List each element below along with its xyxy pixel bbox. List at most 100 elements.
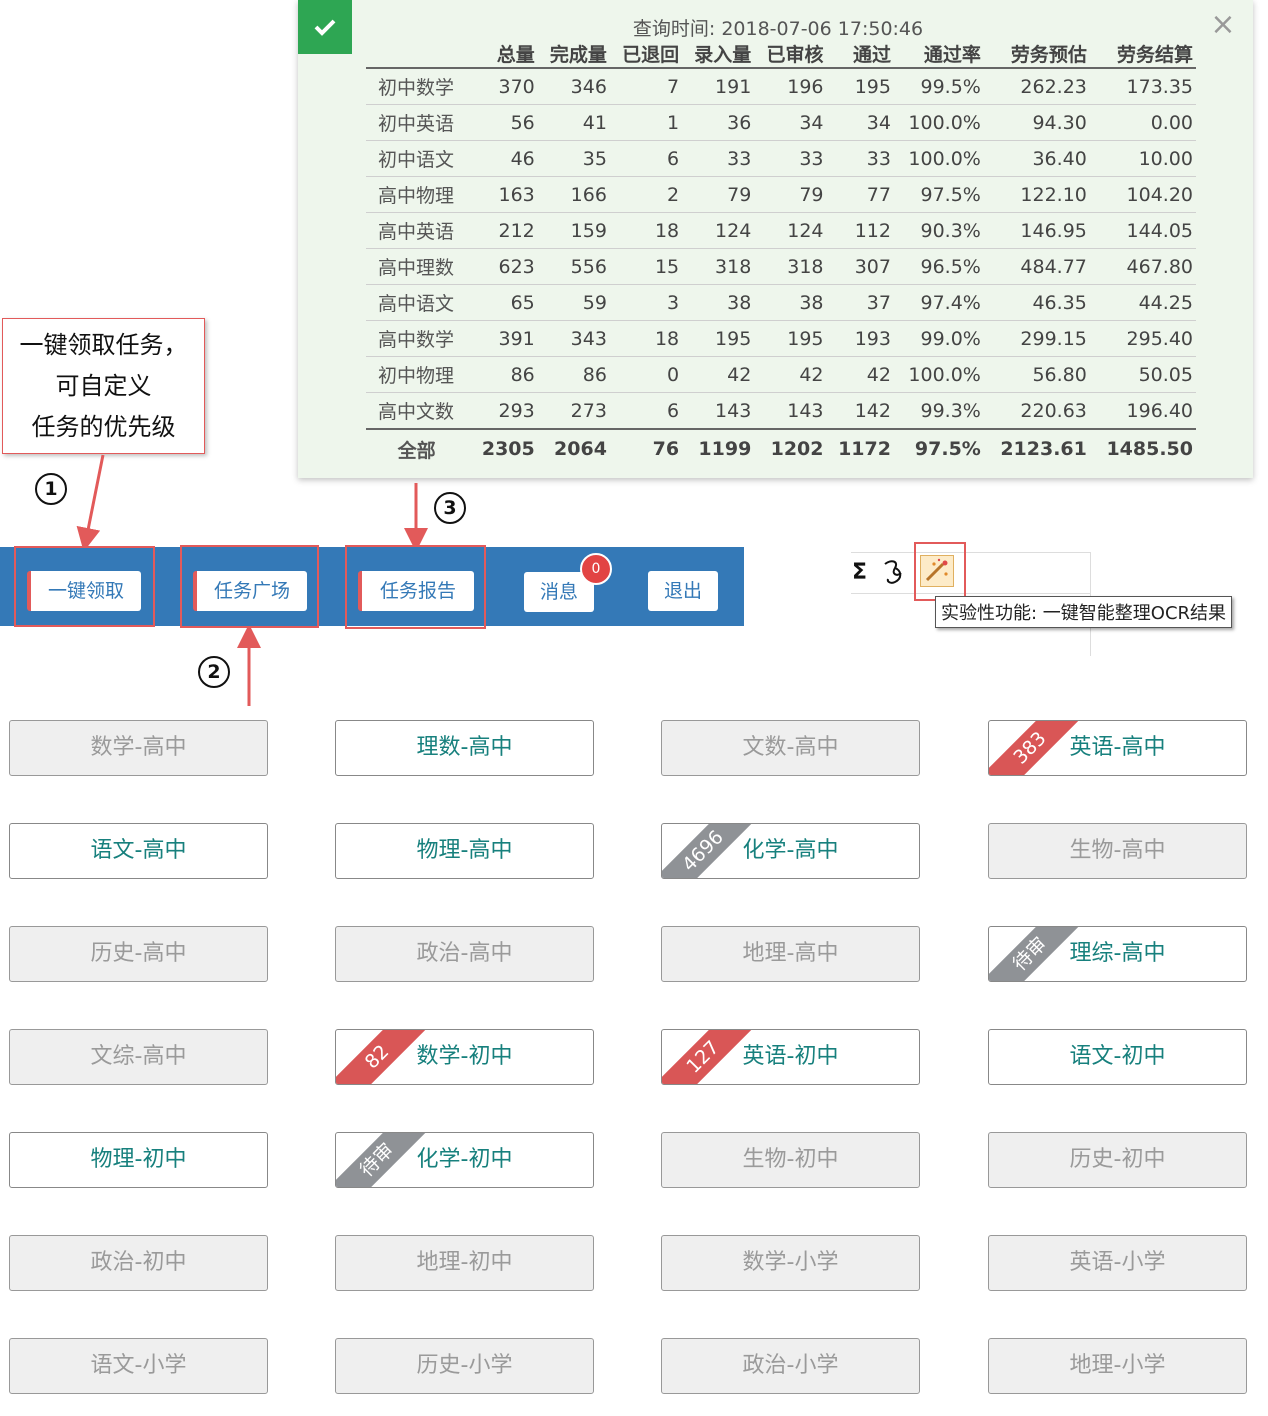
- report-cell: 370: [470, 68, 538, 105]
- subject-button[interactable]: 地理-初中: [335, 1235, 594, 1291]
- report-cell: 191: [682, 68, 755, 105]
- subject-button[interactable]: 语文-小学: [9, 1338, 268, 1394]
- report-cell: 467.80: [1089, 248, 1196, 285]
- report-cell: 6: [609, 392, 683, 430]
- report-cell: 79: [754, 176, 827, 213]
- subject-button[interactable]: 127 英语-初中: [661, 1029, 920, 1085]
- report-col-header: [366, 40, 471, 69]
- subject-button[interactable]: 383 英语-高中: [988, 720, 1247, 776]
- subject-button[interactable]: 生物-初中: [661, 1132, 920, 1188]
- report-cell: 196: [754, 68, 827, 105]
- subject-label: 语文-高中: [90, 838, 187, 863]
- subject-button[interactable]: 地理-小学: [988, 1338, 1247, 1394]
- report-cell: 142: [826, 392, 894, 430]
- report-cell: 44.25: [1089, 284, 1196, 321]
- callout-line: 可自定义: [55, 372, 152, 400]
- report-cell: 38: [682, 284, 755, 321]
- report-row: 高中英语 212 159 18 124 124 112 90.3% 146.95 144.05: [366, 212, 1196, 249]
- report-cell: 76: [609, 428, 683, 468]
- report-cell: 1172: [826, 428, 894, 468]
- subject-label: 理综-高中: [1069, 941, 1166, 966]
- report-cell: 100.0%: [893, 356, 984, 393]
- subject-button[interactable]: 4696 化学-高中: [661, 823, 920, 879]
- report-cell: 2064: [537, 428, 610, 468]
- report-cell: 56.80: [983, 356, 1090, 393]
- subject-label: 生物-高中: [1069, 838, 1166, 863]
- close-icon[interactable]: ×: [1208, 10, 1238, 40]
- report-cell: 159: [537, 212, 610, 249]
- logout-button[interactable]: 退出: [648, 571, 718, 611]
- subject-button[interactable]: 文数-高中: [661, 720, 920, 776]
- report-cell: 41: [537, 104, 610, 141]
- report-cell: 33: [826, 140, 894, 177]
- subject-label: 地理-高中: [742, 941, 839, 966]
- subject-label: 历史-小学: [416, 1353, 513, 1378]
- subject-button[interactable]: 生物-高中: [988, 823, 1247, 879]
- sigma-icon[interactable]: Σ: [852, 560, 867, 585]
- subject-button[interactable]: 政治-小学: [661, 1338, 920, 1394]
- subject-button[interactable]: 理数-高中: [335, 720, 594, 776]
- highlight-wand: [914, 542, 966, 601]
- subject-button[interactable]: 数学-高中: [9, 720, 268, 776]
- subject-label: 英语-高中: [1069, 735, 1166, 760]
- subject-button[interactable]: 政治-初中: [9, 1235, 268, 1291]
- report-cell: 56: [470, 104, 538, 141]
- subject-button[interactable]: 待审 化学-初中: [335, 1132, 594, 1188]
- subject-button[interactable]: 82 数学-初中: [335, 1029, 594, 1085]
- report-subject-cell: 高中理数: [366, 248, 471, 285]
- report-row: 高中数学 391 343 18 195 195 193 99.0% 299.15 295.40: [366, 320, 1196, 357]
- callout-line: 一键领取任务，: [19, 331, 188, 359]
- report-col-header: 已审核: [754, 40, 827, 69]
- subject-button[interactable]: 数学-小学: [661, 1235, 920, 1291]
- report-cell: 112: [826, 212, 894, 249]
- subject-label: 地理-小学: [1069, 1353, 1166, 1378]
- report-cell: 99.5%: [893, 68, 984, 105]
- subject-button[interactable]: 待审 理综-高中: [988, 926, 1247, 982]
- report-cell: 144.05: [1089, 212, 1196, 249]
- subject-button[interactable]: 物理-高中: [335, 823, 594, 879]
- report-cell: 122.10: [983, 176, 1090, 213]
- report-cell: 195: [682, 320, 755, 357]
- subject-button[interactable]: 英语-小学: [988, 1235, 1247, 1291]
- report-cell: 193: [826, 320, 894, 357]
- subject-label: 理数-高中: [416, 735, 513, 760]
- subject-button[interactable]: 历史-高中: [9, 926, 268, 982]
- marker-3: 3: [434, 492, 466, 524]
- report-cell: 97.4%: [893, 284, 984, 321]
- subject-button[interactable]: 文综-高中: [9, 1029, 268, 1085]
- report-col-header: 劳务预估: [983, 40, 1090, 69]
- report-col-header: 录入量: [682, 40, 755, 69]
- report-cell: 18: [609, 320, 683, 357]
- report-cell: 6: [609, 140, 683, 177]
- report-total-row: 全部 2305 2064 76 1199 1202 1172 97.5% 2123.61 1485…: [366, 428, 1196, 468]
- report-cell: 166: [537, 176, 610, 213]
- report-cell: 307: [826, 248, 894, 285]
- report-cell: 343: [537, 320, 610, 357]
- report-subject-cell: 初中物理: [366, 356, 471, 393]
- report-row: 初中数学 370 346 7 191 196 195 99.5% 262.23 173.35: [366, 68, 1196, 105]
- highlight-report: [345, 545, 486, 629]
- report-subject-cell: 全部: [366, 428, 471, 468]
- subject-button[interactable]: 历史-小学: [335, 1338, 594, 1394]
- report-cell: 146.95: [983, 212, 1090, 249]
- subject-button[interactable]: 语文-高中: [9, 823, 268, 879]
- report-cell: 100.0%: [893, 104, 984, 141]
- report-row: 高中物理 163 166 2 79 79 77 97.5% 122.10 104.20: [366, 176, 1196, 213]
- subject-button[interactable]: 政治-高中: [335, 926, 594, 982]
- subject-button[interactable]: 物理-初中: [9, 1132, 268, 1188]
- report-cell: 124: [754, 212, 827, 249]
- arrow-1: [76, 454, 105, 552]
- special-char-icon[interactable]: [881, 558, 909, 592]
- report-cell: 96.5%: [893, 248, 984, 285]
- subject-button[interactable]: 历史-初中: [988, 1132, 1247, 1188]
- report-cell: 90.3%: [893, 212, 984, 249]
- report-cell: 42: [826, 356, 894, 393]
- subject-label: 数学-初中: [416, 1044, 513, 1069]
- report-cell: 18: [609, 212, 683, 249]
- report-cell: 0: [609, 356, 683, 393]
- report-cell: 86: [470, 356, 538, 393]
- wand-tooltip: 实验性功能: 一键智能整理OCR结果: [935, 596, 1233, 628]
- subject-button[interactable]: 地理-高中: [661, 926, 920, 982]
- marker-1: 1: [35, 473, 67, 505]
- subject-button[interactable]: 语文-初中: [988, 1029, 1247, 1085]
